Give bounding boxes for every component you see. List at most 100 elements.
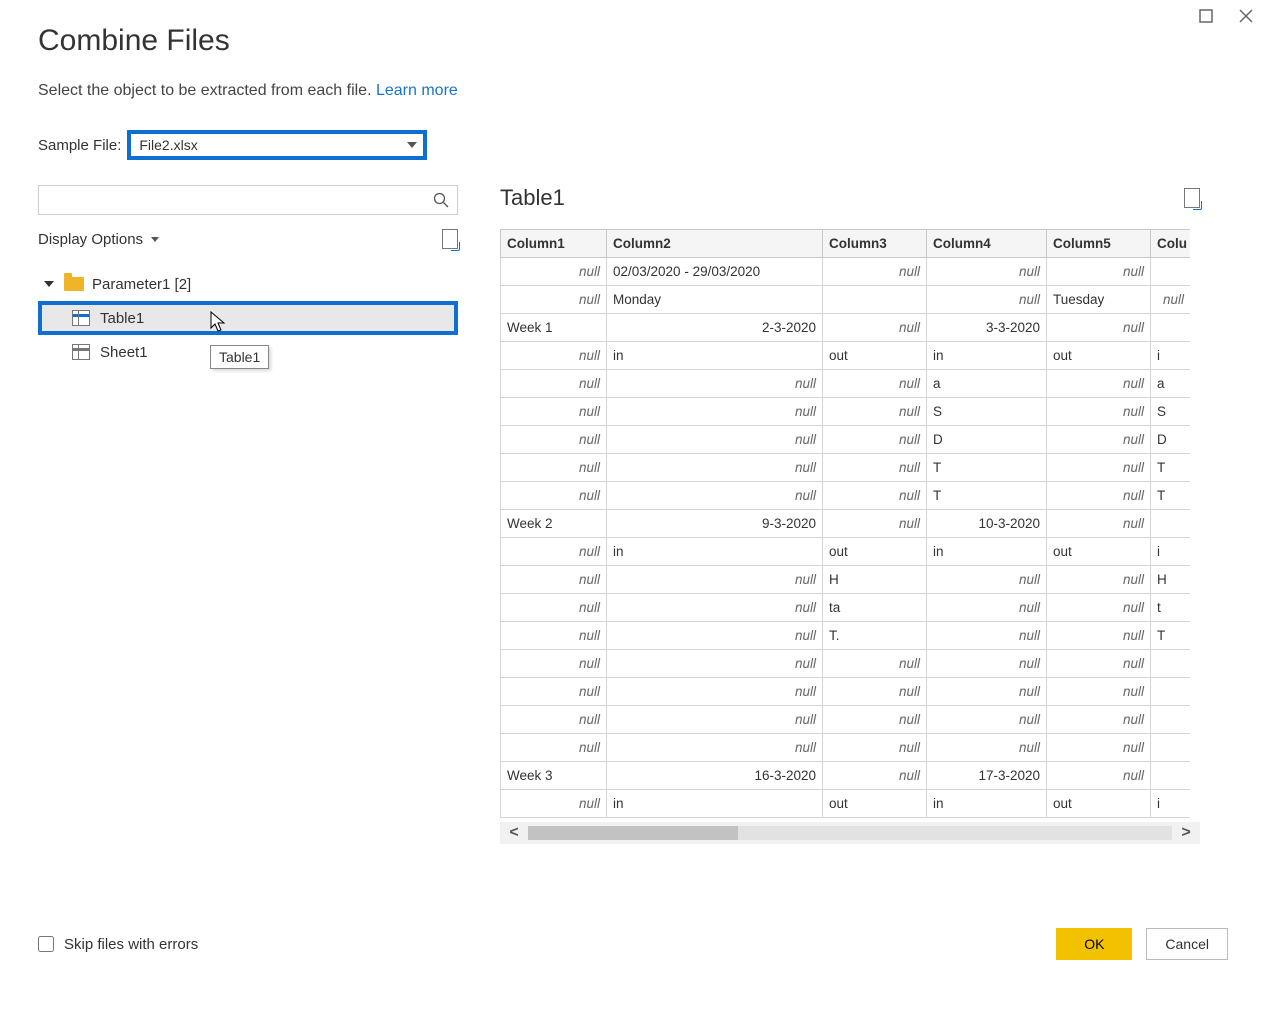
horizontal-scrollbar[interactable]: < > xyxy=(500,822,1200,844)
table-row: nullinoutinouti xyxy=(501,538,1191,566)
table-cell: H xyxy=(1151,566,1191,594)
sample-file-value: File2.xlsx xyxy=(139,137,197,153)
column-header[interactable]: Column5 xyxy=(1047,230,1151,258)
table-cell: in xyxy=(927,342,1047,370)
table-cell: Week 3 xyxy=(501,762,607,790)
scrollbar-thumb[interactable] xyxy=(528,826,738,840)
dialog-title: Combine Files xyxy=(38,24,230,58)
scroll-right-icon[interactable]: > xyxy=(1172,822,1200,844)
table-cell: null xyxy=(1151,286,1191,314)
ok-button[interactable]: OK xyxy=(1056,928,1132,960)
table-cell: null xyxy=(823,650,927,678)
table-cell xyxy=(1151,314,1191,342)
table-cell: null xyxy=(927,594,1047,622)
table-row: nullnullnullDnullD xyxy=(501,426,1191,454)
table-cell: out xyxy=(1047,538,1151,566)
table-row: nullnullnullanulla xyxy=(501,370,1191,398)
preview-options-icon[interactable] xyxy=(1184,188,1200,208)
table-cell: T xyxy=(1151,454,1191,482)
chevron-down-icon xyxy=(151,237,159,242)
table-cell: null xyxy=(823,482,927,510)
table-cell: null xyxy=(607,482,823,510)
table-cell: 02/03/2020 - 29/03/2020 xyxy=(607,258,823,286)
table-cell xyxy=(1151,706,1191,734)
table-row: nullMondaynullTuesdaynull xyxy=(501,286,1191,314)
sheet-icon xyxy=(72,344,90,360)
column-header[interactable]: Column4 xyxy=(927,230,1047,258)
skip-files-checkbox-label[interactable]: Skip files with errors xyxy=(38,936,198,953)
table-cell: T. xyxy=(823,622,927,650)
learn-more-link[interactable]: Learn more xyxy=(376,82,458,99)
table-cell: null xyxy=(1047,622,1151,650)
table-cell: null xyxy=(501,594,607,622)
table-cell: null xyxy=(1047,258,1151,286)
table-cell: null xyxy=(607,650,823,678)
table-cell: null xyxy=(501,286,607,314)
table-row: nullinoutinouti xyxy=(501,342,1191,370)
column-header[interactable]: Column3 xyxy=(823,230,927,258)
preview-title: Table1 xyxy=(500,185,565,211)
table-cell: null xyxy=(823,762,927,790)
table-cell: null xyxy=(501,342,607,370)
table-cell xyxy=(1151,510,1191,538)
tooltip: Table1 xyxy=(210,345,269,369)
search-input-container[interactable] xyxy=(38,185,458,215)
table-cell: in xyxy=(607,538,823,566)
close-icon[interactable] xyxy=(1236,6,1256,26)
table-cell: a xyxy=(927,370,1047,398)
table-cell: null xyxy=(823,678,927,706)
refresh-preview-icon[interactable] xyxy=(442,229,458,249)
table-row: nullnullnullnullnull xyxy=(501,734,1191,762)
cancel-button[interactable]: Cancel xyxy=(1146,928,1228,960)
table-cell: null xyxy=(607,622,823,650)
search-input[interactable] xyxy=(39,192,433,208)
table-cell: T xyxy=(1151,622,1191,650)
sample-file-dropdown[interactable]: File2.xlsx xyxy=(127,130,427,160)
column-header[interactable]: Colu xyxy=(1151,230,1191,258)
folder-icon xyxy=(64,277,84,291)
maximize-icon[interactable] xyxy=(1196,6,1216,26)
table-cell: null xyxy=(1047,370,1151,398)
column-header[interactable]: Column2 xyxy=(607,230,823,258)
tree-root[interactable]: Parameter1 [2] xyxy=(38,267,458,301)
table-cell: null xyxy=(501,482,607,510)
table-cell: null xyxy=(1047,426,1151,454)
table-cell: null xyxy=(823,454,927,482)
table-cell: null xyxy=(927,566,1047,594)
table-cell: null xyxy=(501,538,607,566)
table-cell: null xyxy=(823,706,927,734)
table-cell: null xyxy=(1047,650,1151,678)
display-options-label: Display Options xyxy=(38,231,143,248)
table-cell: out xyxy=(823,538,927,566)
table-cell: null xyxy=(927,650,1047,678)
table-row: nullnullT.nullnullT xyxy=(501,622,1191,650)
table-cell: out xyxy=(823,790,927,818)
table-cell: null xyxy=(823,398,927,426)
table-cell: null xyxy=(927,706,1047,734)
table-cell: null xyxy=(1047,510,1151,538)
table-cell: null xyxy=(1047,566,1151,594)
table-cell: null xyxy=(1047,398,1151,426)
table-cell: null xyxy=(501,454,607,482)
chevron-down-icon xyxy=(407,142,417,148)
table-cell xyxy=(1151,650,1191,678)
table-cell: i xyxy=(1151,790,1191,818)
table-cell: null xyxy=(501,790,607,818)
scroll-left-icon[interactable]: < xyxy=(500,822,528,844)
skip-files-checkbox[interactable] xyxy=(38,936,54,952)
display-options-dropdown[interactable]: Display Options xyxy=(38,231,159,248)
collapse-icon[interactable] xyxy=(44,281,54,287)
preview-table-container: Column1Column2Column3Column4Column5Colu … xyxy=(500,229,1190,818)
table-cell: null xyxy=(607,398,823,426)
table-cell: Tuesday xyxy=(1047,286,1151,314)
tree-item-table1[interactable]: Table1 xyxy=(38,301,458,335)
skip-files-label: Skip files with errors xyxy=(64,936,198,953)
table-row: nullnullnullnullnull xyxy=(501,650,1191,678)
column-header[interactable]: Column1 xyxy=(501,230,607,258)
table-cell: null xyxy=(501,650,607,678)
sample-file-label: Sample File: xyxy=(38,137,121,154)
table-cell: null xyxy=(607,454,823,482)
table-row: Week 29-3-2020null10-3-2020null xyxy=(501,510,1191,538)
table-cell: Week 1 xyxy=(501,314,607,342)
table-cell: null xyxy=(927,734,1047,762)
